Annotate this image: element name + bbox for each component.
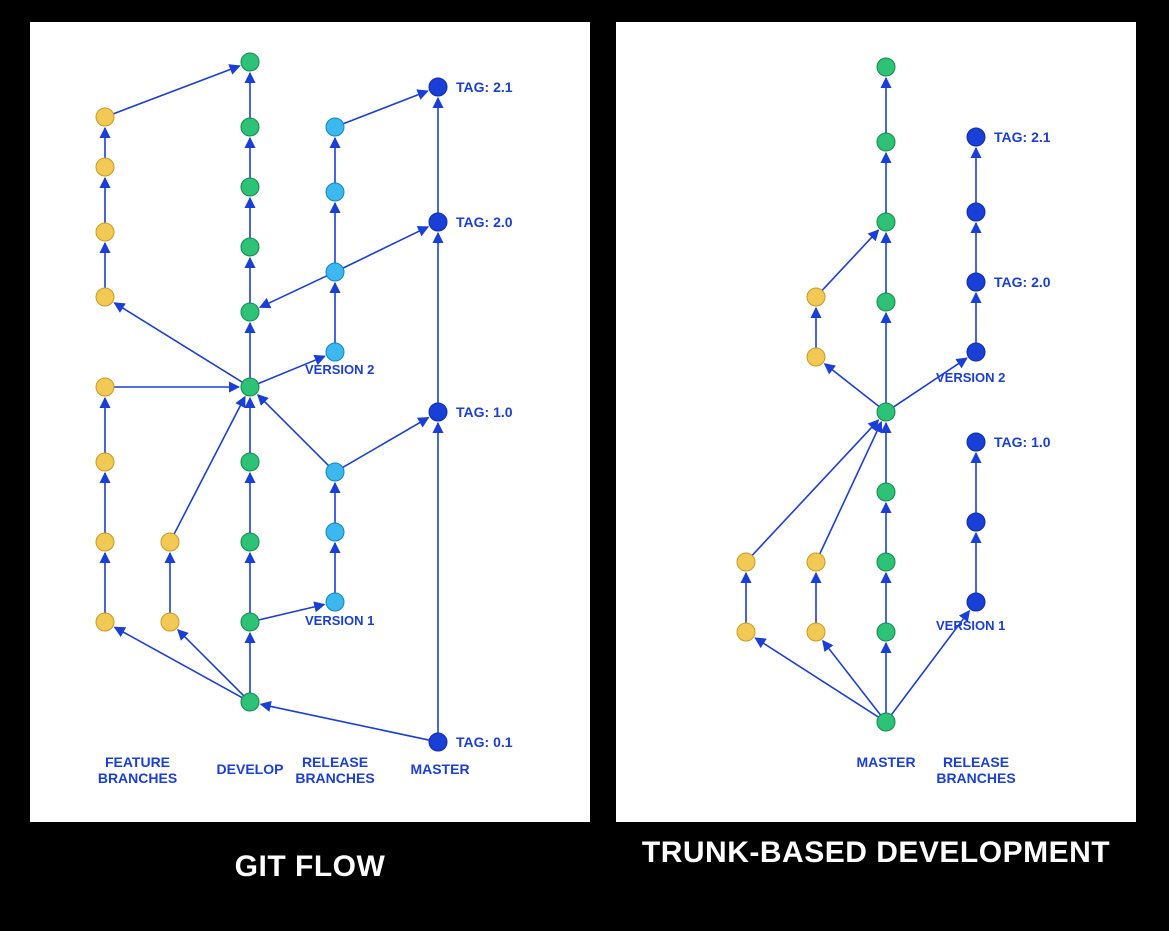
version-2-label: VERSION 2 <box>305 362 374 377</box>
commit-node <box>967 128 985 146</box>
edge <box>819 230 879 294</box>
version-1-label: VERSION 1 <box>936 618 1005 633</box>
lane-release-branches: BRANCHES <box>295 770 374 786</box>
lane-develop: DEVELOP <box>217 761 284 777</box>
edge <box>178 630 247 699</box>
commit-node <box>241 303 259 321</box>
tag-2.1-label: TAG: 2.1 <box>994 129 1051 145</box>
tag-2.0-label: TAG: 2.0 <box>994 274 1051 290</box>
edge <box>825 364 883 410</box>
edge <box>755 638 882 720</box>
commit-node <box>326 593 344 611</box>
edge <box>339 227 429 270</box>
commit-node <box>326 523 344 541</box>
commit-node <box>807 623 825 641</box>
lane-feature-branches: FEATURE <box>105 754 170 770</box>
commit-node <box>877 213 895 231</box>
commit-node <box>877 553 895 571</box>
edge <box>115 627 247 700</box>
edge <box>260 274 331 308</box>
commit-node <box>96 613 114 631</box>
commit-node <box>241 178 259 196</box>
commit-node <box>96 533 114 551</box>
tag-1.0-label: TAG: 1.0 <box>994 434 1051 450</box>
gitflow-panel: FEATUREBRANCHESDEVELOPRELEASEBRANCHESMAS… <box>30 22 590 822</box>
commit-node <box>807 348 825 366</box>
commit-node <box>326 263 344 281</box>
commit-node <box>241 238 259 256</box>
commit-node <box>807 553 825 571</box>
tag-2.0-label: TAG: 2.0 <box>456 214 513 230</box>
commit-node <box>967 203 985 221</box>
commit-node <box>807 288 825 306</box>
commit-node <box>967 513 985 531</box>
tag-2.1-label: TAG: 2.1 <box>456 79 513 95</box>
commit-node <box>241 453 259 471</box>
commit-node <box>241 118 259 136</box>
commit-node <box>429 733 447 751</box>
lane-master: MASTER <box>856 754 915 770</box>
commit-node <box>877 623 895 641</box>
commit-node <box>96 158 114 176</box>
commit-node <box>877 58 895 76</box>
commit-node <box>737 553 755 571</box>
commit-node <box>241 53 259 71</box>
tag-0.1-label: TAG: 0.1 <box>456 734 513 750</box>
commit-node <box>877 293 895 311</box>
edge <box>338 418 428 470</box>
commit-node <box>326 343 344 361</box>
commit-node <box>967 433 985 451</box>
version-1-label: VERSION 1 <box>305 613 374 628</box>
caption-gitflow: GIT FLOW <box>30 850 590 884</box>
commit-node <box>429 403 447 421</box>
commit-node <box>737 623 755 641</box>
edge <box>172 397 245 539</box>
lane-feature-branches: BRANCHES <box>98 770 177 786</box>
trunk-diagram: MASTER RELEASEBRANCHES VERSION 1 VERSION 2 T… <box>616 22 1136 822</box>
edge <box>823 641 884 719</box>
commit-node <box>877 133 895 151</box>
commit-node <box>429 78 447 96</box>
commit-node <box>326 463 344 481</box>
commit-node <box>241 693 259 711</box>
gitflow-diagram: FEATUREBRANCHESDEVELOPRELEASEBRANCHESMAS… <box>30 22 590 822</box>
commit-node <box>326 183 344 201</box>
commit-node <box>96 223 114 241</box>
commit-node <box>877 483 895 501</box>
commit-node <box>96 378 114 396</box>
commit-node <box>96 108 114 126</box>
commit-node <box>429 213 447 231</box>
commit-node <box>967 273 985 291</box>
commit-node <box>241 613 259 631</box>
lane-release-branches: RELEASE <box>943 754 1009 770</box>
lane-master: MASTER <box>410 761 469 777</box>
commit-node <box>967 343 985 361</box>
commit-node <box>877 713 895 731</box>
commit-node <box>96 453 114 471</box>
commit-node <box>161 533 179 551</box>
commit-node <box>967 593 985 611</box>
trunk-panel: MASTER RELEASEBRANCHES VERSION 1 VERSION 2 T… <box>616 22 1136 822</box>
commit-node <box>241 533 259 551</box>
lane-release-branches: BRANCHES <box>936 770 1015 786</box>
edge <box>114 303 246 385</box>
edge <box>818 422 882 558</box>
version-2-label: VERSION 2 <box>936 370 1005 385</box>
edge <box>109 66 240 116</box>
lane-release-branches: RELEASE <box>302 754 368 770</box>
tag-1.0-label: TAG: 1.0 <box>456 404 513 420</box>
caption-trunk: TRUNK-BASED DEVELOPMENT <box>616 836 1136 871</box>
commit-node <box>161 613 179 631</box>
edge <box>261 704 434 741</box>
commit-node <box>326 118 344 136</box>
commit-node <box>877 403 895 421</box>
commit-node <box>96 288 114 306</box>
commit-node <box>241 378 259 396</box>
edge <box>339 91 428 126</box>
edge <box>749 420 879 559</box>
edge <box>258 395 332 469</box>
